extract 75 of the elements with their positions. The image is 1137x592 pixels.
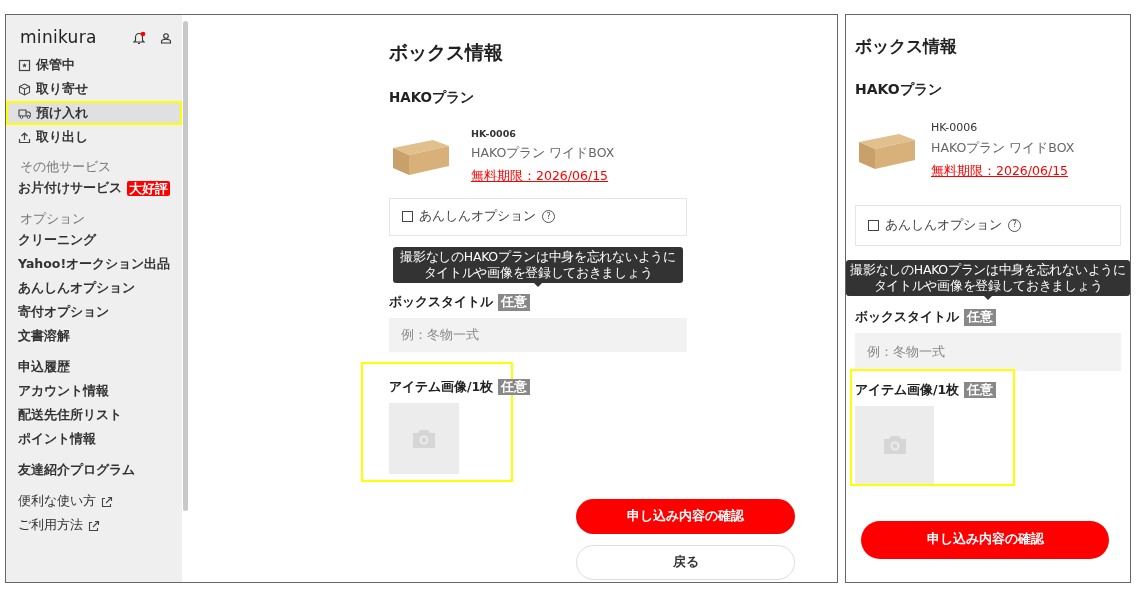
sidebar-item[interactable]: お片付けサービス 大好評 [6, 176, 182, 201]
item-label: Yahoo!オークション出品 [18, 255, 171, 274]
product-name: HAKOプラン ワイドBOX [471, 144, 615, 163]
tooltip-text: 撮影なしのHAKOプランは中身を忘れないように タイトルや画像を登録しておきましょう [850, 261, 1126, 293]
sidebar-item[interactable]: ポイント情報 [6, 427, 182, 452]
sidebar-item[interactable]: 取り寄せ [6, 77, 182, 101]
sidebar-item[interactable]: 保管中 [6, 53, 182, 77]
upload-icon [18, 130, 31, 144]
confirm-button[interactable]: 申し込み内容の確認 [861, 520, 1109, 559]
optional-tag: 任意 [964, 309, 996, 326]
back-button[interactable]: 戻る [576, 544, 795, 580]
sidebar-item[interactable]: 預け入れ [6, 101, 182, 125]
product-name: HAKOプラン ワイドBOX [931, 139, 1075, 158]
item-label: 取り寄せ [36, 79, 88, 98]
sidebar-item[interactable]: 友達紹介プログラム [6, 458, 182, 483]
tooltip-text: 撮影なしのHAKOプランは中身を忘れないように タイトルや画像を登録しておきましょう [400, 248, 676, 280]
checkbox[interactable] [402, 211, 413, 223]
sidebar-item[interactable]: Yahoo!オークション出品 [6, 252, 182, 277]
sidebar-item[interactable]: 文書溶解 [6, 324, 182, 349]
page-title: ボックス情報 [855, 37, 958, 57]
section-heading: その他サービス [19, 158, 112, 176]
item-label: 便利な使い方 [18, 492, 96, 511]
item-label: 預け入れ [36, 103, 88, 122]
page-title: ボックス情報 [389, 41, 504, 64]
field-label: ボックスタイトル [389, 293, 493, 312]
item-label: 文書溶解 [18, 327, 70, 346]
checkbox[interactable] [868, 219, 879, 231]
item-label: お片付けサービス [18, 179, 122, 198]
box-title-field[interactable]: 例：冬物一式 [389, 318, 687, 352]
user-icon[interactable] [160, 32, 172, 44]
sidebar-item[interactable]: あんしんオプション [6, 276, 182, 301]
item-label: 保管中 [36, 55, 75, 74]
cube-icon [18, 82, 31, 96]
item-label: 配送先住所リスト [18, 406, 122, 425]
free-period-deadline: 無料期限：2026/06/15 [471, 167, 610, 185]
plan-title: HAKOプラン [855, 80, 943, 98]
truck-icon [18, 106, 31, 120]
plan-title: HAKOプラン [389, 88, 476, 105]
sidebar-item[interactable]: 申込履歴 [6, 355, 182, 380]
item-label: 寄付オプション [18, 303, 109, 322]
sidebar-item[interactable]: 便利な使い方 [6, 489, 182, 514]
product-code: HK-0006 [471, 127, 517, 141]
sidebar-item[interactable]: 配送先住所リスト [6, 403, 182, 428]
popular-badge: 大好評 [127, 181, 170, 197]
box-title-field[interactable]: 例：冬物一式 [855, 332, 1121, 371]
sidebar-item[interactable]: クリーニング [6, 228, 182, 253]
external-link-icon [101, 495, 113, 508]
section-heading: オプション [19, 209, 86, 228]
item-label: 申込履歴 [18, 358, 70, 377]
item-label: あんしんオプション [18, 279, 135, 298]
optional-tag: 任意 [964, 382, 997, 399]
item-label: クリーニング [18, 231, 96, 250]
item-label: 友達紹介プログラム [18, 461, 135, 480]
external-link-icon [88, 519, 100, 532]
confirm-button[interactable]: 申し込み内容の確認 [576, 498, 795, 534]
field-label: アイテム画像/1枚 [855, 380, 960, 399]
optional-tag: 任意 [498, 379, 531, 396]
product-code: HK-0006 [931, 119, 979, 136]
sidebar-item[interactable]: 寄付オプション [6, 300, 182, 325]
free-period-deadline: 無料期限：2026/06/15 [931, 161, 1070, 180]
logo[interactable]: minikura [20, 25, 97, 51]
field-label: ボックスタイトル [855, 308, 959, 327]
item-label: ご利用方法 [18, 516, 83, 535]
bell-icon[interactable] [132, 30, 146, 46]
item-label: ポイント情報 [18, 430, 96, 449]
sidebar-item[interactable]: ご利用方法 [6, 513, 182, 538]
star-box-icon [18, 58, 31, 72]
option-label[interactable]: あんしんオプション [419, 207, 536, 227]
sidebar-item[interactable]: 取り出し [6, 125, 182, 149]
optional-tag: 任意 [498, 294, 530, 311]
field-label: アイテム画像/1枚 [389, 378, 494, 396]
option-label[interactable]: あんしんオプション [885, 215, 1002, 235]
sidebar-item[interactable]: アカウント情報 [6, 379, 182, 404]
item-label: アカウント情報 [18, 382, 109, 401]
item-label: 取り出し [36, 127, 88, 146]
